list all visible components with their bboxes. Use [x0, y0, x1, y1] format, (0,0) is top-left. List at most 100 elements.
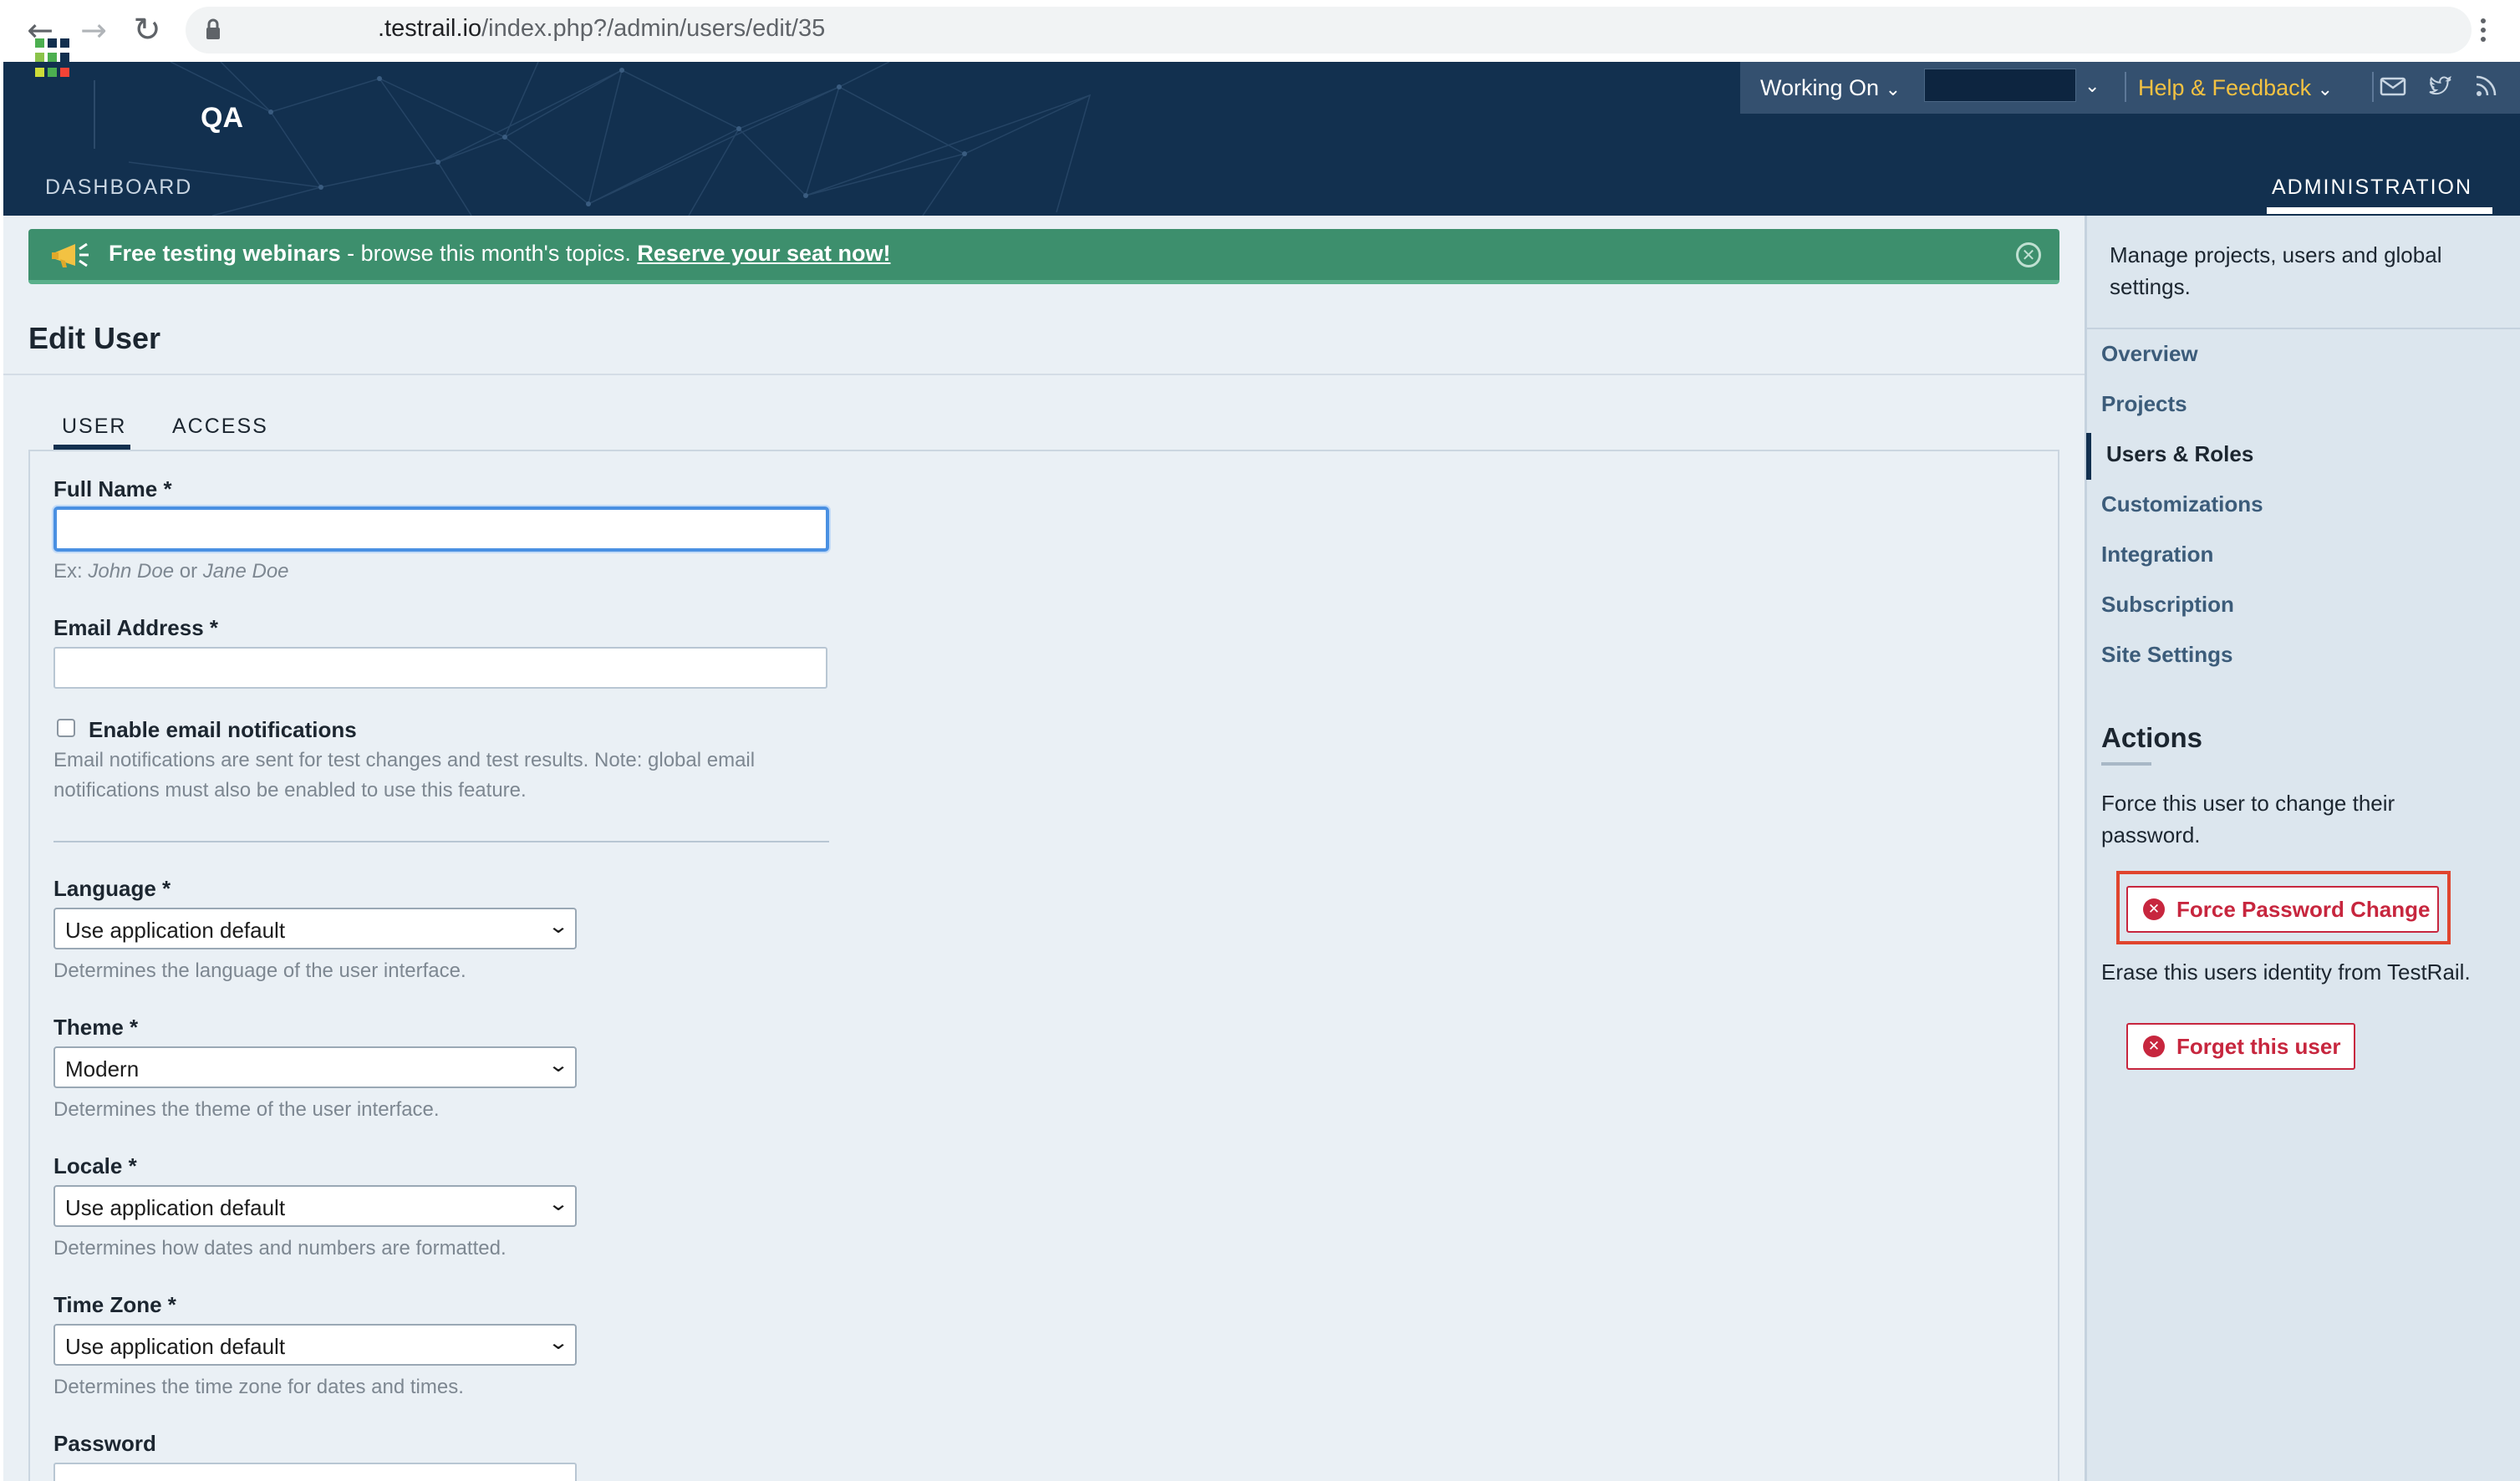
- nav-administration[interactable]: ADMINISTRATION: [2272, 176, 2472, 200]
- logo-divider: [94, 80, 95, 149]
- required-marker: *: [209, 615, 219, 640]
- timezone-select[interactable]: Use application default ⌄: [53, 1324, 577, 1366]
- email-notifications-checkbox[interactable]: [57, 719, 75, 737]
- erase-user-description: Erase this users identity from TestRail.: [2101, 959, 2471, 985]
- timezone-label-text: Time Zone: [53, 1292, 162, 1317]
- email-label-text: Email Address: [53, 615, 204, 640]
- timezone-hint: Determines the time zone for dates and t…: [53, 1376, 464, 1398]
- sidebar-item-overview[interactable]: Overview: [2101, 341, 2198, 367]
- chevron-down-icon: ⌄: [547, 1053, 570, 1076]
- force-password-description: Force this user to change their password…: [2101, 791, 2395, 847]
- promo-bold-text: Free testing webinars: [109, 241, 341, 266]
- reload-icon[interactable]: ↻: [129, 11, 165, 49]
- working-on-menu[interactable]: Working On ⌄: [1760, 75, 1901, 101]
- chevron-down-icon: ⌄: [547, 1192, 570, 1215]
- theme-label: Theme *: [53, 1015, 138, 1041]
- sidebar-item-subscription[interactable]: Subscription: [2101, 592, 2234, 618]
- url-host: .testrail.io: [378, 15, 482, 42]
- required-marker: *: [167, 1292, 176, 1317]
- sidebar-item-site-settings[interactable]: Site Settings: [2101, 642, 2232, 668]
- force-password-change-label: Force Password Change: [2176, 896, 2431, 922]
- full-name-input[interactable]: [53, 506, 829, 552]
- forget-user-label: Forget this user: [2176, 1033, 2341, 1059]
- required-marker: *: [128, 1153, 137, 1178]
- close-circle-icon: ✕: [2143, 898, 2165, 920]
- help-feedback-label: Help & Feedback: [2138, 75, 2312, 100]
- theme-hint: Determines the theme of the user interfa…: [53, 1098, 440, 1121]
- forget-user-button[interactable]: ✕ Forget this user: [2126, 1023, 2355, 1070]
- testrail-logo-icon[interactable]: [35, 38, 75, 79]
- tools-divider: [2372, 72, 2374, 102]
- working-on-label: Working On: [1760, 75, 1880, 100]
- chevron-down-icon: ⌄: [547, 1331, 570, 1354]
- email-notifications-label[interactable]: Enable email notifications: [89, 717, 357, 743]
- language-hint: Determines the language of the user inte…: [53, 959, 466, 982]
- logo-cell: [35, 67, 44, 77]
- logo-cell: [60, 53, 69, 63]
- logo-cell: [35, 53, 44, 63]
- sidebar-item-customizations[interactable]: Customizations: [2101, 491, 2263, 517]
- chevron-down-icon[interactable]: ⌄: [2085, 70, 2100, 99]
- locale-label: Locale *: [53, 1153, 137, 1179]
- language-label: Language *: [53, 876, 171, 902]
- language-select[interactable]: Use application default ⌄: [53, 908, 577, 949]
- close-icon[interactable]: ✕: [2016, 242, 2041, 267]
- close-circle-icon: ✕: [2143, 1036, 2165, 1057]
- reserve-seat-link[interactable]: Reserve your seat now!: [637, 241, 890, 266]
- email-notifications-description: Email notifications are sent for test ch…: [53, 749, 756, 802]
- timezone-label: Time Zone *: [53, 1292, 176, 1318]
- sidebar-item-projects[interactable]: Projects: [2101, 391, 2187, 417]
- tab-user[interactable]: USER: [62, 415, 126, 439]
- force-password-change-button[interactable]: ✕ Force Password Change: [2126, 886, 2439, 933]
- form-separator: [53, 841, 829, 842]
- rss-icon[interactable]: [2472, 74, 2501, 99]
- forward-icon[interactable]: →: [75, 12, 112, 48]
- required-marker: *: [130, 1015, 139, 1040]
- help-feedback-menu[interactable]: Help & Feedback ⌄: [2138, 75, 2333, 101]
- timezone-value: Use application default: [65, 1334, 286, 1359]
- email-field[interactable]: [53, 647, 827, 689]
- required-marker: *: [163, 476, 172, 501]
- locale-label-text: Locale: [53, 1153, 123, 1178]
- mail-icon[interactable]: [2379, 74, 2407, 99]
- actions-underline: [2101, 762, 2151, 766]
- tab-access[interactable]: ACCESS: [172, 415, 268, 439]
- password-label: Password: [53, 1431, 156, 1456]
- full-name-hint: Ex: John Doe or Jane Doe: [53, 560, 289, 583]
- twitter-icon[interactable]: [2426, 74, 2454, 99]
- full-name-label: Full Name *: [53, 476, 172, 502]
- lock-icon: [206, 18, 220, 39]
- hint-or: or: [174, 560, 203, 583]
- password-input[interactable]: [53, 1463, 577, 1481]
- title-divider: [3, 374, 2085, 375]
- sidebar-separator: [2087, 328, 2520, 329]
- logo-cell: [48, 67, 57, 77]
- logo-cell: [60, 67, 69, 77]
- url-text[interactable]: .testrail.io/index.php?/admin/users/edit…: [378, 15, 825, 43]
- hint-example: John Doe: [88, 560, 175, 583]
- language-value: Use application default: [65, 918, 286, 943]
- logo-cell: [60, 38, 69, 48]
- project-switcher[interactable]: [1924, 69, 2076, 102]
- browser-menu-icon[interactable]: [2471, 12, 2496, 48]
- nav-active-indicator: [2267, 207, 2492, 214]
- hint-example: Jane Doe: [202, 560, 289, 583]
- sidebar-item-integration[interactable]: Integration: [2101, 542, 2213, 567]
- promo-body-text: - browse this month's topics.: [340, 241, 638, 266]
- language-label-text: Language: [53, 876, 156, 901]
- theme-select[interactable]: Modern ⌄: [53, 1046, 577, 1088]
- sidebar-item-users-roles[interactable]: Users & Roles: [2106, 441, 2253, 467]
- locale-select[interactable]: Use application default ⌄: [53, 1185, 577, 1227]
- project-name[interactable]: QA: [201, 102, 243, 135]
- page-title: Edit User: [28, 321, 161, 355]
- megaphone-icon: [52, 242, 89, 267]
- logo-cell: [48, 38, 57, 48]
- locale-hint: Determines how dates and numbers are for…: [53, 1237, 507, 1260]
- nav-dashboard[interactable]: DASHBOARD: [45, 176, 192, 200]
- chevron-down-icon: ⌄: [2317, 79, 2334, 100]
- chevron-down-icon: ⌄: [1885, 79, 1901, 100]
- required-marker: *: [162, 876, 171, 901]
- locale-value: Use application default: [65, 1195, 286, 1220]
- hint-prefix: Ex:: [53, 560, 89, 583]
- promo-text: Free testing webinars - browse this mont…: [109, 241, 891, 267]
